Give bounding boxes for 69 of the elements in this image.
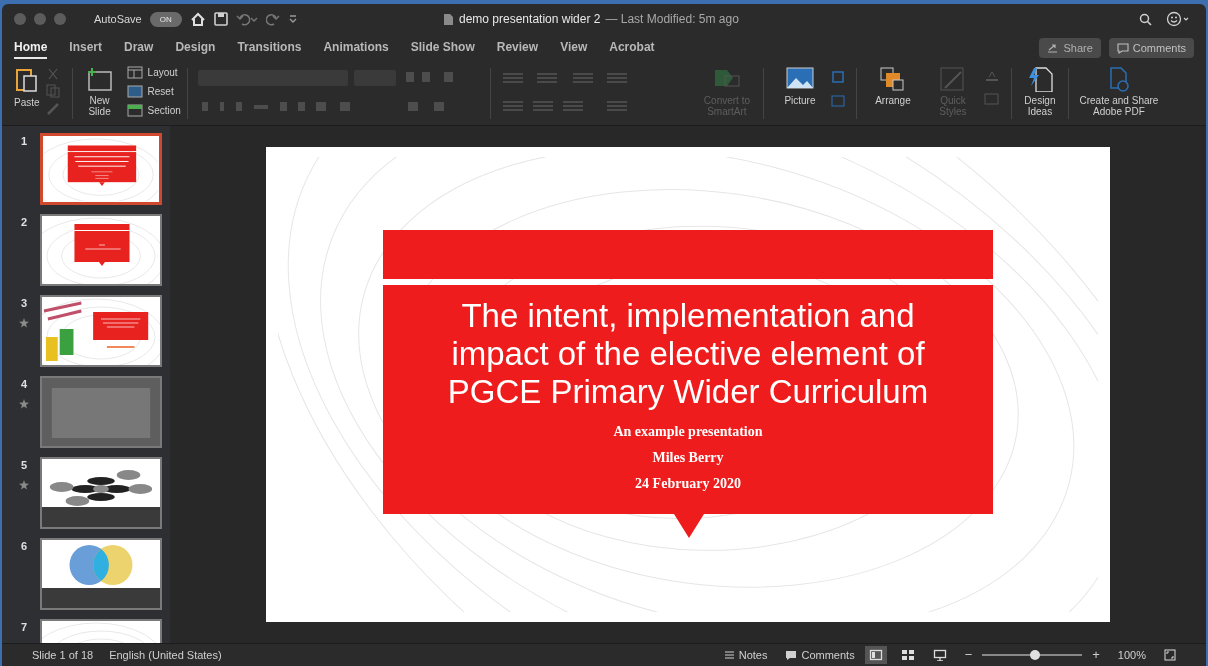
zoom-slider-thumb[interactable] bbox=[1030, 650, 1041, 660]
paste-button[interactable]: Paste bbox=[10, 62, 44, 108]
ribbon-tab[interactable]: Draw bbox=[124, 37, 154, 59]
clipboard-icon bbox=[14, 66, 39, 94]
normal-view-icon bbox=[868, 649, 883, 661]
slide-count-text: Slide 1 of 18 bbox=[32, 647, 94, 663]
zoom-out-button[interactable]: − bbox=[964, 645, 973, 665]
ribbon-tab[interactable]: Home bbox=[14, 37, 48, 59]
zoom-percentage[interactable]: 100% bbox=[1117, 646, 1146, 664]
search-icon[interactable] bbox=[1139, 12, 1152, 26]
slide-subtitle: Miles Berry bbox=[652, 449, 724, 467]
slide-number: 3 bbox=[20, 296, 28, 311]
picture-icon bbox=[785, 66, 814, 92]
language-text: English (United States) bbox=[109, 647, 222, 663]
autosave-label: AutoSave bbox=[94, 11, 142, 27]
reset-icon bbox=[126, 85, 143, 98]
arrange-icon bbox=[878, 66, 907, 92]
autosave-toggle[interactable]: ON bbox=[149, 11, 182, 27]
pdf-button[interactable]: Create and Share Adobe PDF bbox=[1074, 62, 1163, 125]
comment-icon bbox=[1116, 42, 1129, 54]
ribbon-tab[interactable]: Slide Show bbox=[410, 37, 475, 59]
ribbon-tab[interactable]: Acrobat bbox=[609, 37, 655, 59]
slide-number: 7 bbox=[20, 620, 28, 635]
comment-icon bbox=[785, 649, 798, 661]
slide-subtitle: 24 February 2020 bbox=[635, 475, 741, 493]
document-icon bbox=[442, 12, 454, 26]
slide-option-button[interactable]: Section bbox=[126, 104, 181, 117]
picture-button[interactable]: Picture bbox=[769, 62, 830, 125]
reading-view-icon bbox=[932, 649, 947, 661]
slide-option-button[interactable]: Layout bbox=[126, 66, 181, 79]
notes-button[interactable]: Notes bbox=[723, 646, 768, 664]
slide-option-button[interactable]: Reset bbox=[126, 85, 181, 98]
fit-to-window-icon[interactable] bbox=[1164, 649, 1176, 661]
slide-number: 1 bbox=[20, 134, 28, 149]
sorter-view-icon bbox=[900, 649, 915, 661]
share-button[interactable]: Share bbox=[1039, 38, 1101, 58]
redo-icon[interactable] bbox=[265, 12, 280, 26]
slide-subtitle: An example presentation bbox=[613, 423, 763, 441]
ribbon-tab[interactable]: Design bbox=[175, 37, 216, 59]
styles-icon bbox=[938, 66, 967, 92]
ribbon-tab[interactable]: View bbox=[560, 37, 588, 59]
normal-view-button[interactable] bbox=[864, 646, 887, 664]
customize-toolbar-icon[interactable] bbox=[287, 13, 298, 25]
new-slide-icon bbox=[85, 66, 114, 92]
arrange-button[interactable]: Arrange bbox=[862, 62, 923, 125]
section-icon bbox=[126, 104, 143, 117]
slide-number: 2 bbox=[20, 215, 28, 230]
slide-number: 4 bbox=[20, 377, 28, 392]
notes-icon bbox=[723, 650, 735, 660]
document-title: demo presentation wider 2 bbox=[459, 11, 601, 28]
smiley-feedback-icon[interactable] bbox=[1166, 11, 1190, 27]
last-modified-text: — Last Modified: 5m ago bbox=[605, 11, 739, 28]
share-icon bbox=[1047, 43, 1060, 53]
ribbon-tab[interactable]: Transitions bbox=[237, 37, 302, 59]
ribbon-tab[interactable]: Animations bbox=[323, 37, 389, 59]
comments-button[interactable]: Comments bbox=[1108, 38, 1194, 58]
slide-number: 5 bbox=[20, 458, 28, 473]
save-icon[interactable] bbox=[213, 12, 228, 26]
ribbon-tab[interactable]: Insert bbox=[69, 37, 103, 59]
slide-title: The intent, implementation and impact of the elective element of PGCE Primary Wider Curriculum bbox=[446, 297, 930, 411]
layout-icon bbox=[126, 66, 143, 79]
new-slide-button[interactable]: New Slide bbox=[78, 62, 121, 117]
ribbon-tab[interactable]: Review bbox=[496, 37, 539, 59]
undo-icon[interactable] bbox=[235, 12, 258, 26]
home-icon[interactable] bbox=[189, 12, 206, 26]
comments-toggle-button[interactable]: Comments bbox=[785, 646, 855, 664]
zoom-in-button[interactable]: + bbox=[1092, 645, 1100, 665]
slide-number: 6 bbox=[20, 539, 28, 554]
ideas-button[interactable]: Design Ideas bbox=[1017, 62, 1062, 125]
